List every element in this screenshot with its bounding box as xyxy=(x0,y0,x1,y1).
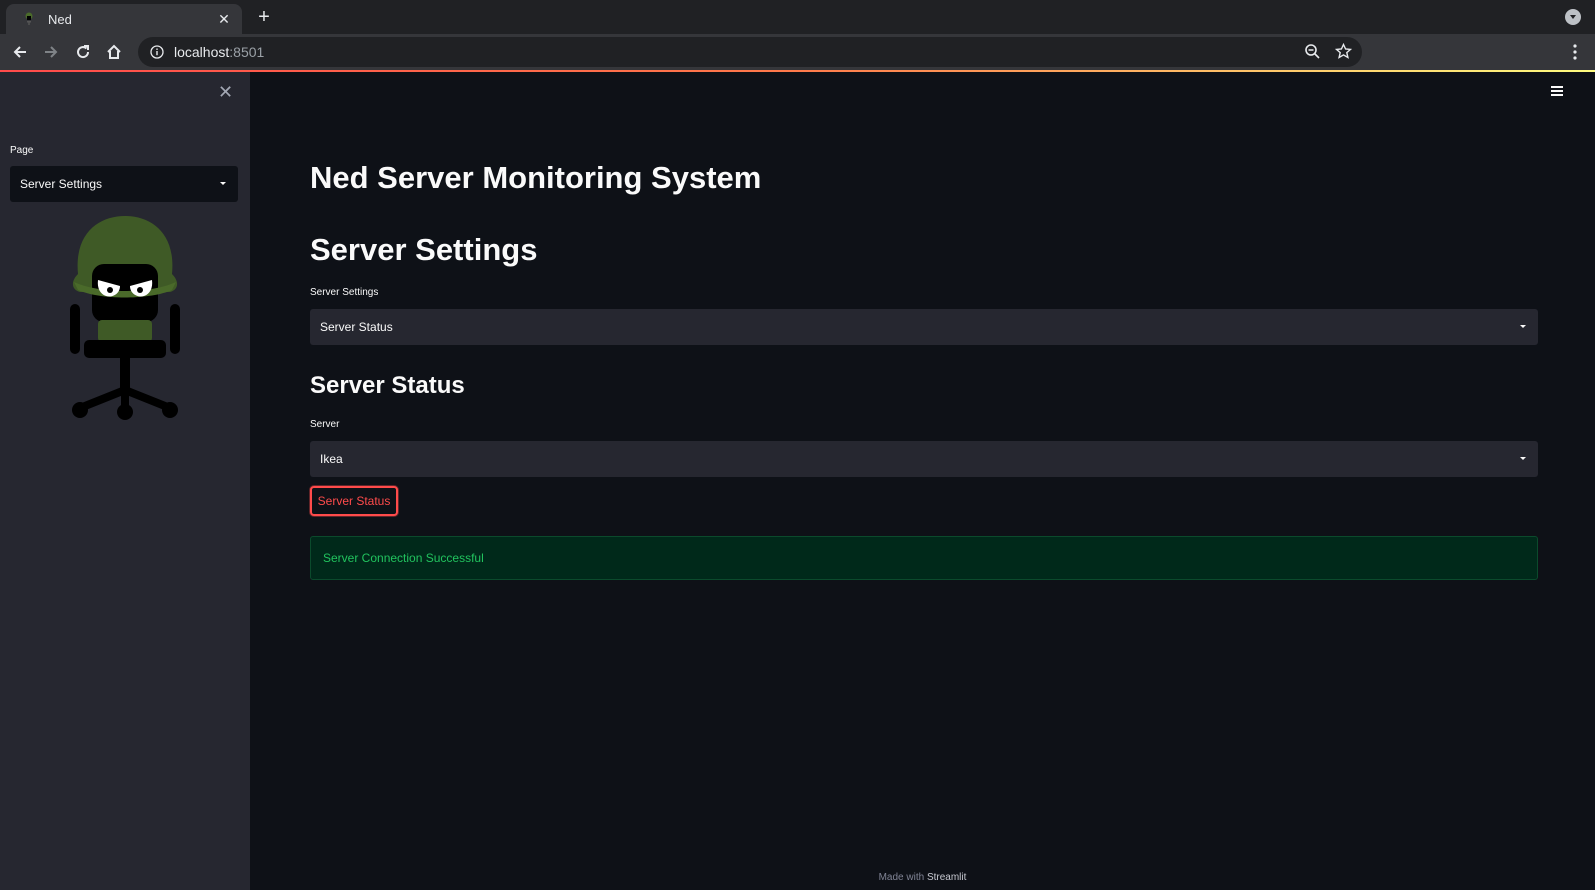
ned-mascot-image xyxy=(70,216,180,420)
success-alert: Server Connection Successful xyxy=(310,536,1538,580)
chevron-down-icon xyxy=(220,182,226,185)
chevron-down-icon xyxy=(1520,325,1526,328)
page-select-label: Page xyxy=(10,145,34,156)
ned-favicon-icon xyxy=(25,12,33,25)
tab-title: Ned xyxy=(48,11,72,27)
new-tab-icon[interactable]: + xyxy=(254,6,274,29)
settings-select-label: Server Settings xyxy=(310,287,379,298)
page-select[interactable]: Server Settings xyxy=(10,166,238,202)
subheader: Server Status xyxy=(310,372,465,399)
page-title: Ned Server Monitoring System xyxy=(310,160,762,195)
section-header: Server Settings xyxy=(310,232,538,267)
settings-select[interactable]: Server Status xyxy=(310,309,1538,345)
browser-tab-bar: Ned ✕ + xyxy=(0,0,1595,34)
tab-close-icon[interactable]: ✕ xyxy=(216,11,232,28)
hamburger-menu-icon[interactable] xyxy=(1551,86,1563,96)
chevron-down-icon xyxy=(1520,457,1526,460)
bookmark-star-icon[interactable] xyxy=(1335,43,1352,60)
footer-made-with: Made with xyxy=(878,872,925,883)
main-content: Ned Server Monitoring System Server Sett… xyxy=(250,72,1595,890)
browser-toolbar: localhost:8501 xyxy=(0,34,1595,70)
footer-streamlit-link[interactable]: Streamlit xyxy=(927,872,966,883)
zoom-icon[interactable] xyxy=(1304,43,1321,60)
browser-menu-icon[interactable] xyxy=(1567,42,1583,62)
reload-icon[interactable] xyxy=(71,40,95,64)
settings-select-value: Server Status xyxy=(320,320,393,334)
server-select-label: Server xyxy=(310,419,340,430)
forward-arrow-icon[interactable] xyxy=(39,40,63,64)
browser-tab[interactable]: Ned ✕ xyxy=(6,4,242,34)
home-icon[interactable] xyxy=(102,40,126,64)
url-port: :8501 xyxy=(229,44,265,60)
success-message: Server Connection Successful xyxy=(323,551,484,565)
sidebar: ✕ Page Server Settings xyxy=(0,72,250,890)
footer: Made with Streamlit xyxy=(250,872,1595,883)
back-arrow-icon[interactable] xyxy=(8,40,32,64)
url-host: localhost xyxy=(174,44,230,60)
server-select[interactable]: Ikea xyxy=(310,441,1538,477)
page-select-value: Server Settings xyxy=(20,177,103,191)
site-info-icon[interactable] xyxy=(150,45,164,59)
address-bar[interactable]: localhost:8501 xyxy=(138,37,1362,67)
tab-search-icon[interactable] xyxy=(1565,9,1581,25)
sidebar-close-icon[interactable]: ✕ xyxy=(218,82,233,103)
server-select-value: Ikea xyxy=(320,452,343,466)
server-status-button[interactable]: Server Status xyxy=(310,486,398,516)
